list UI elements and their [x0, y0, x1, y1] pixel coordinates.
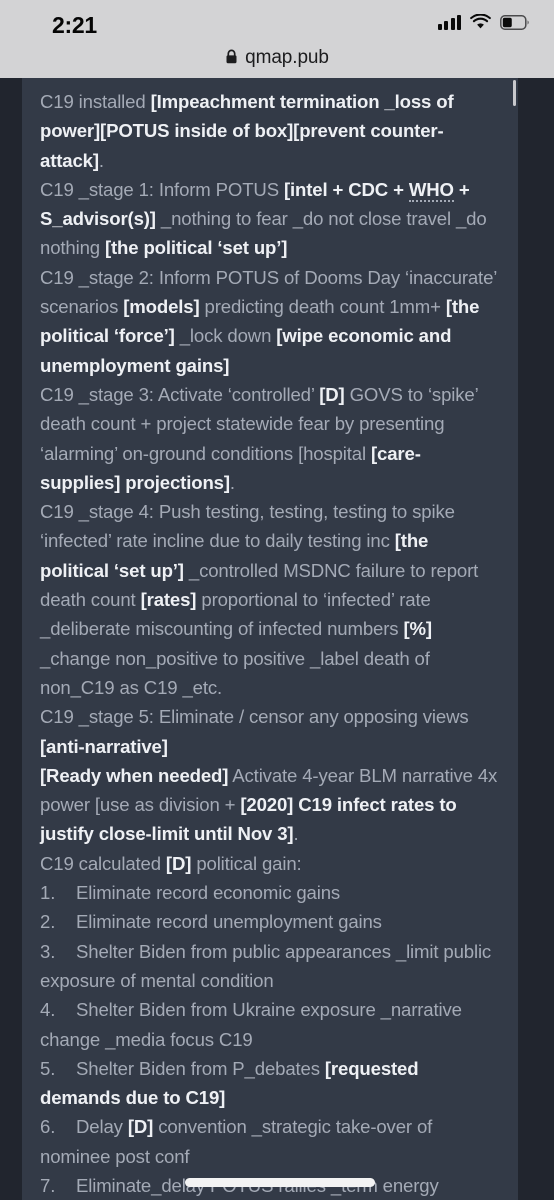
list-item: 5. Shelter Biden from P_debates [requeste…	[40, 1054, 500, 1113]
paragraph: C19 _stage 4: Push testing, testing, tes…	[40, 497, 500, 702]
paragraph: C19 installed [Impeachment termination _…	[40, 87, 500, 175]
list-item-number: 7.	[40, 1174, 56, 1196]
body-text: Shelter Biden from Ukraine exposure _nar…	[40, 999, 462, 1050]
status-bar-icons	[437, 14, 531, 30]
cellular-signal-icon	[437, 14, 461, 30]
paragraph: C19 _stage 3: Activate ‘controlled’ [D] …	[40, 380, 500, 497]
list-item: 6. Delay [D] convention _strategic take-o…	[40, 1112, 500, 1171]
browser-chrome: 2:21 qmap.pub	[0, 0, 554, 78]
numbered-list: 1. Eliminate record economic gains 2. Elimi…	[40, 878, 500, 1200]
paragraph-list: C19 installed [Impeachment termination _…	[40, 87, 500, 878]
body-text: .	[293, 823, 299, 845]
list-item: 2. Eliminate record unemployment gains	[40, 907, 500, 936]
paragraph: C19 _stage 1: Inform POTUS [intel + CDC …	[40, 175, 500, 263]
list-item-number: 3.	[40, 940, 56, 962]
emphasis-text: [models]	[123, 296, 200, 318]
ios-status-bar: 2:21	[0, 0, 554, 46]
body-text: Eliminate record economic gains	[76, 882, 341, 904]
home-indicator-bar	[185, 1178, 375, 1187]
emphasis-text: [the political ‘set up’]	[104, 237, 288, 259]
list-item: 3. Shelter Biden from public appearances …	[40, 937, 500, 996]
emphasis-text: [Ready when needed]	[40, 764, 229, 786]
paragraph: C19 calculated [D] political gain:	[40, 849, 500, 878]
wifi-icon	[470, 14, 491, 29]
battery-icon	[500, 14, 529, 30]
body-text: C19 _stage 5: Eliminate / censor any opp…	[40, 706, 469, 728]
status-bar-clock: 2:21	[52, 12, 97, 38]
emphasis-text: [anti-narrative]	[40, 735, 168, 757]
emphasis-text: [D]	[165, 852, 192, 874]
list-item-number: 1.	[40, 882, 56, 904]
emphasis-text: [rates]	[140, 589, 197, 611]
emphasis-text: [D]	[319, 383, 345, 405]
body-text: political gain:	[191, 852, 302, 874]
iphone-screen: 2:21 qmap.pub C19 installed [Impeachment…	[0, 0, 554, 1200]
body-text: C19 _stage 4: Push testing, testing, tes…	[40, 501, 455, 552]
list-item-number: 4.	[40, 999, 56, 1021]
article-body: C19 installed [Impeachment termination _…	[22, 78, 518, 1200]
paragraph: C19 _stage 5: Eliminate / censor any opp…	[40, 702, 500, 761]
body-text: predicting death count 1mm+	[199, 296, 446, 318]
body-text: C19 installed	[40, 91, 151, 112]
body-text: C19 _stage 1: Inform POTUS	[40, 178, 284, 200]
body-text: _lock down	[174, 325, 277, 347]
paragraph: C19 _stage 2: Inform POTUS of Dooms Day …	[40, 263, 500, 380]
emphasis-text: [%]	[403, 618, 432, 640]
vertical-scrollbar[interactable]	[513, 80, 516, 106]
emphasis-text: WHO	[408, 178, 454, 202]
list-item-number: 6.	[40, 1116, 56, 1138]
list-item-number: 2.	[40, 911, 56, 933]
body-text: Eliminate record unemployment gains	[76, 911, 382, 933]
url-text: qmap.pub	[245, 47, 329, 68]
body-text: _change non_positive to positive _label …	[40, 647, 430, 698]
body-text: .	[98, 149, 104, 171]
emphasis-text: [D]	[127, 1116, 154, 1138]
emphasis-text: [intel + CDC +	[283, 178, 409, 200]
list-item: 1. Eliminate record economic gains	[40, 878, 500, 907]
lock-icon	[226, 49, 237, 64]
address-bar[interactable]: qmap.pub	[0, 46, 554, 78]
list-item-number: 5.	[40, 1057, 56, 1079]
body-text: C19 _stage 3: Activate ‘controlled’	[40, 383, 320, 405]
body-text: C19 calculated	[40, 852, 166, 874]
body-text: Delay	[76, 1116, 128, 1138]
list-item: 4. Shelter Biden from Ukraine exposure _n…	[40, 995, 500, 1054]
body-text: .	[229, 471, 235, 493]
page-viewport[interactable]: C19 installed [Impeachment termination _…	[0, 78, 554, 1200]
body-text: Shelter Biden from public appearances _l…	[40, 940, 492, 991]
paragraph: [Ready when needed] Activate 4-year BLM …	[40, 761, 500, 849]
body-text: Shelter Biden from P_debates	[76, 1057, 325, 1079]
